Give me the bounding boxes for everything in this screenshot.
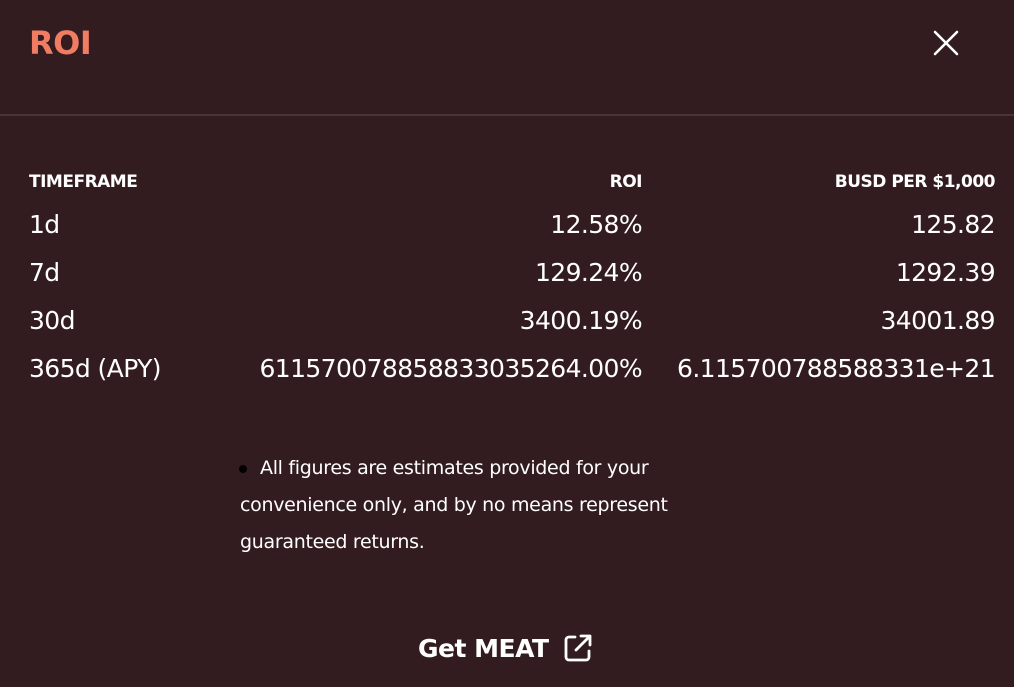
close-button[interactable]	[926, 23, 966, 63]
roi-cell: 12.58%	[550, 210, 642, 239]
external-link-icon	[564, 634, 591, 662]
busd-cell: 6.115700788588331e+21	[677, 354, 996, 383]
modal-header: ROI	[0, 0, 1014, 116]
get-meat-label: Get MEAT	[418, 633, 549, 663]
table-row: 365d (APY) 611570078858833035264.00% 6.1…	[29, 350, 996, 398]
header-timeframe: TIMEFRAME	[29, 172, 138, 192]
table-row: 7d 129.24% 1292.39	[29, 254, 996, 302]
table-row: 1d 12.58% 125.82	[29, 206, 996, 254]
roi-cell: 611570078858833035264.00%	[259, 354, 642, 383]
roi-table: TIMEFRAME ROI BUSD PER $1,000 1d 12.58% …	[29, 160, 996, 398]
roi-cell: 3400.19%	[519, 306, 643, 335]
close-icon	[933, 30, 959, 56]
header-roi: ROI	[609, 172, 643, 192]
timeframe-cell: 1d	[29, 210, 60, 239]
roi-cell: 129.24%	[534, 258, 643, 287]
disclaimer-list-item: All figures are estimates provided for y…	[239, 450, 760, 561]
table-header-row: TIMEFRAME ROI BUSD PER $1,000	[29, 160, 996, 206]
get-meat-link[interactable]: Get MEAT	[418, 626, 594, 670]
timeframe-cell: 30d	[29, 306, 75, 335]
timeframe-cell: 7d	[29, 258, 60, 287]
roi-modal: ROI TIMEFRAME ROI BUSD PER $1,000 1d 12.…	[0, 0, 1014, 687]
timeframe-cell: 365d (APY)	[29, 354, 162, 383]
table-row: 30d 3400.19% 34001.89	[29, 302, 996, 350]
busd-cell: 125.82	[911, 210, 995, 239]
disclaimer-text: All figures are estimates provided for y…	[240, 457, 668, 553]
bullet-icon	[239, 465, 247, 473]
busd-cell: 1292.39	[895, 258, 996, 287]
header-busd-per-1000: BUSD PER $1,000	[834, 172, 996, 192]
busd-cell: 34001.89	[880, 306, 996, 335]
modal-title: ROI	[29, 24, 92, 62]
